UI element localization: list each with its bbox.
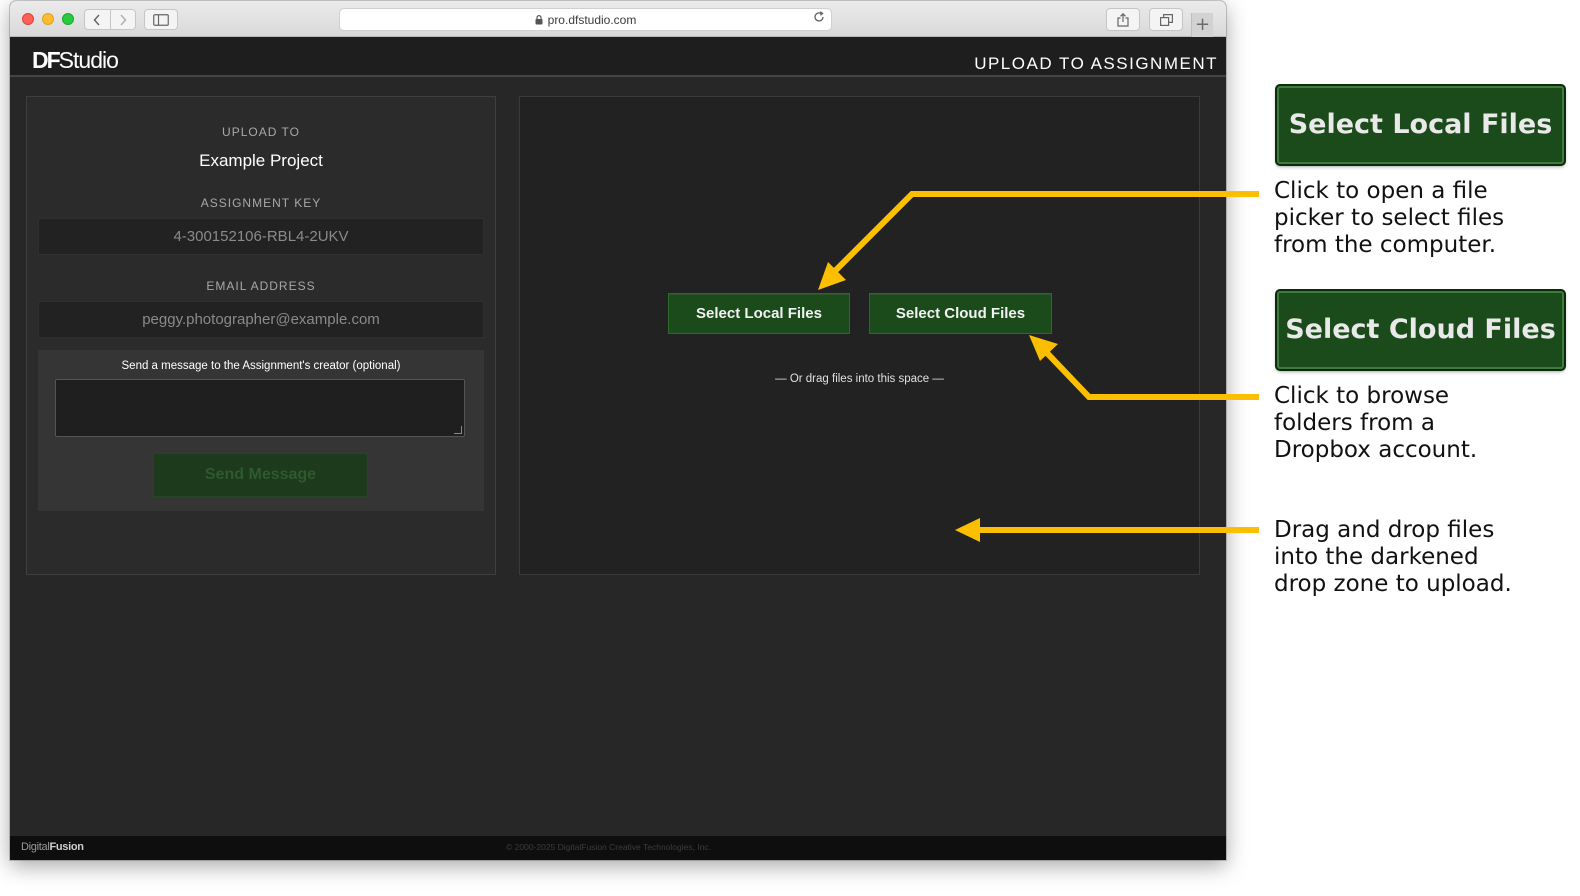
note-line: drop zone to upload.: [1274, 571, 1512, 597]
arrowhead-drop-icon: [955, 518, 980, 542]
note-line: Drag and drop files: [1274, 517, 1495, 543]
note-line: folders from a: [1274, 410, 1435, 436]
note-line: from the computer.: [1274, 232, 1497, 258]
arrow-to-cloud-button: [1044, 350, 1259, 400]
note-line: Dropbox account.: [1274, 437, 1478, 463]
note-line: Click to open a file: [1274, 178, 1488, 204]
annotation-cloud-note: Click to browse folders from a Dropbox a…: [1274, 383, 1574, 464]
annotation-local-note: Click to open a file picker to select fi…: [1274, 178, 1574, 259]
note-line: into the darkened: [1274, 544, 1479, 570]
arrow-to-local-button: [831, 191, 1259, 275]
annotation-cloud-button: Select Cloud Files: [1277, 291, 1564, 369]
annotation-drop-note: Drag and drop files into the darkened dr…: [1274, 517, 1574, 598]
note-line: Click to browse: [1274, 383, 1450, 409]
note-line: picker to select files: [1274, 205, 1505, 231]
annotation-local-button: Select Local Files: [1277, 86, 1564, 164]
